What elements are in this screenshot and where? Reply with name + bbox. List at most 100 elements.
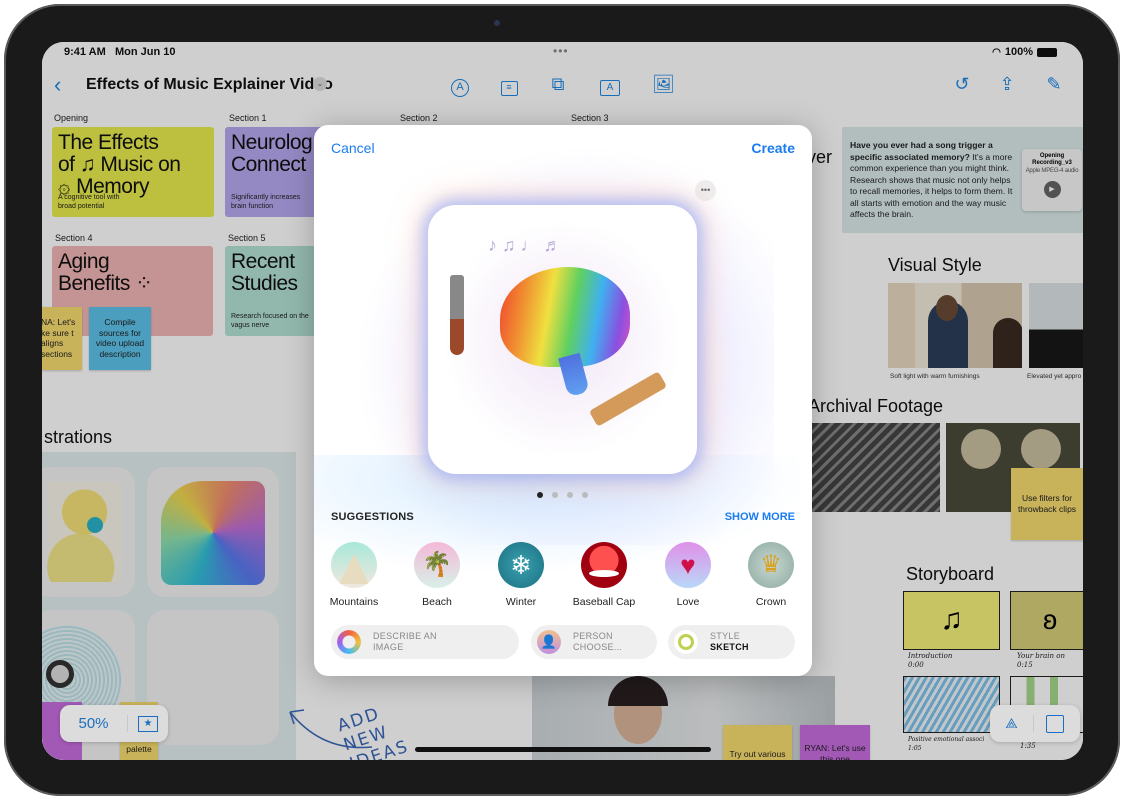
suggestion-mountains[interactable]: Mountains <box>319 542 389 608</box>
sticky-note[interactable]: Use filters for throwback clips <box>1011 468 1083 540</box>
connector-icon[interactable]: ⟁ <box>990 715 1034 732</box>
storyboard-caption: 1:35 <box>1020 742 1036 751</box>
storyboard-caption: Introduction 0:00 <box>908 652 952 670</box>
person-value: CHOOSE... <box>573 642 623 652</box>
card-subtitle: Research focused on the vagus nerve <box>231 313 309 329</box>
play-icon[interactable]: ▶ <box>1043 181 1061 198</box>
battery-percent: 100% <box>1004 46 1033 58</box>
section-label: Section 4 <box>55 233 93 243</box>
cancel-button[interactable]: Cancel <box>331 140 375 156</box>
storyboard-frame[interactable]: ♫ <box>903 591 1000 650</box>
sketch-style-icon <box>674 630 698 654</box>
suggestion-winter[interactable]: ❄ Winter <box>486 542 556 608</box>
suggestion-label: Mountains <box>329 596 379 608</box>
storyboard-caption: Positive emotional associ 1:05 <box>908 735 984 753</box>
person-icon: 👤 <box>537 630 561 654</box>
date: Mon Jun 10 <box>114 46 176 58</box>
quote-card[interactable]: Have you ever had a song trigger a speci… <box>842 127 1083 233</box>
favorites-icon[interactable]: ★ <box>138 715 158 732</box>
undo-icon[interactable]: ↺ <box>951 73 973 95</box>
back-button[interactable]: ‹ <box>54 72 61 98</box>
baseball-cap-icon <box>581 542 627 588</box>
photo-women-talking[interactable] <box>888 283 1022 368</box>
suggestion-love[interactable]: ♥ Love <box>653 542 723 608</box>
photo-piano[interactable] <box>1029 283 1083 368</box>
card-subtitle: Significantly increases brain function <box>231 194 301 210</box>
frame-time: 1:05 <box>908 745 922 752</box>
camera <box>494 20 500 26</box>
suggestion-crown[interactable]: ♛ Crown <box>736 542 806 608</box>
storyboard-heading: Storyboard <box>906 564 995 584</box>
person-label: PERSON <box>573 631 613 641</box>
page-dot[interactable] <box>567 492 573 498</box>
frame-caption: Introduction <box>908 652 953 660</box>
style-picker[interactable]: STYLE SKETCH <box>668 625 795 659</box>
page-dot[interactable] <box>582 492 588 498</box>
mountain-icon <box>331 542 377 588</box>
audio-title: Opening Recording_v3 <box>1032 153 1072 166</box>
illustration-headphones[interactable] <box>42 467 135 597</box>
image-playground-icon <box>337 630 361 654</box>
create-button[interactable]: Create <box>751 140 795 156</box>
sticky-note[interactable]: Compile sources for video upload descrip… <box>89 307 151 370</box>
frame-time: 0:15 <box>1017 661 1033 669</box>
card-title-line: The Effects <box>58 131 159 154</box>
more-options-button[interactable]: ••• <box>695 180 716 201</box>
illustration-rainbow-head[interactable] <box>147 467 279 597</box>
show-more-button[interactable]: SHOW MORE <box>725 511 795 523</box>
storyboard-frame[interactable]: ʚ <box>1010 591 1083 650</box>
grid-icon[interactable] <box>1046 714 1064 733</box>
multitask-dots[interactable]: ••• <box>553 44 569 58</box>
illustrations-heading: strations <box>44 427 113 447</box>
brain-illustration <box>500 267 630 367</box>
heart-icon: ♥ <box>665 542 711 588</box>
storyboard-frame[interactable] <box>903 676 1000 733</box>
music-notes: ♪ ♫ ♩ ♬ <box>488 235 562 255</box>
home-indicator[interactable] <box>415 747 711 752</box>
card-title-line: of ♫ Music on <box>58 153 181 176</box>
status-time: 9:41 AM Mon Jun 10 <box>64 46 175 58</box>
pen-icon[interactable]: A <box>449 73 471 97</box>
sticky-note[interactable]: RYAN: Let's use this one <box>800 725 870 760</box>
page-indicator[interactable] <box>537 492 588 498</box>
compose-icon[interactable]: ✎ <box>1043 73 1065 95</box>
quote-text: Have you ever had a song trigger a speci… <box>850 140 1020 221</box>
status-right: ◠ 100% <box>992 46 1057 58</box>
zoom-level-button[interactable]: 50% <box>60 715 128 732</box>
person-picker[interactable]: 👤 PERSON CHOOSE... <box>531 625 657 659</box>
suggestions-label: SUGGESTIONS <box>331 511 414 523</box>
suggestion-label: Crown <box>755 596 787 608</box>
audio-subtitle: Apple MPEG-4 audio <box>1025 168 1079 174</box>
photo-mixing-console[interactable] <box>812 423 940 512</box>
media-icon[interactable]: 🖼 <box>652 73 675 95</box>
sticky-note[interactable]: NA: Let's ke sure t aligns sections <box>42 307 82 370</box>
share-icon[interactable]: ⇪ <box>996 73 1018 95</box>
battery-icon <box>1037 47 1057 57</box>
section-label: Section 2 <box>400 113 438 123</box>
sticky-note[interactable]: Try out various <box>723 725 792 760</box>
text-box-icon[interactable]: ≡ <box>498 73 520 96</box>
title-menu-chevron-icon[interactable]: ⌄ <box>313 77 327 91</box>
crown-icon: ♛ <box>748 542 794 588</box>
frame-caption: Positive emotional associ <box>908 736 985 743</box>
describe-image-field[interactable]: DESCRIBE AN IMAGE <box>331 625 519 659</box>
palm-tree-icon: 🌴 <box>414 542 460 588</box>
suggestion-label: Love <box>676 596 700 608</box>
page-dot[interactable] <box>552 492 558 498</box>
describe-placeholder: DESCRIBE AN <box>373 631 437 641</box>
board-title[interactable]: Effects of Music Explainer Video <box>86 76 333 94</box>
style-label: STYLE <box>710 631 741 641</box>
frame-caption: Your brain on <box>1017 652 1066 660</box>
text-icon[interactable]: A <box>599 73 621 96</box>
wifi-icon: ◠ <box>992 46 1001 58</box>
page-dot[interactable] <box>537 492 543 498</box>
suggestion-label: Beach <box>422 596 452 608</box>
generated-image[interactable]: ♪ ♫ ♩ ♬ <box>428 205 697 474</box>
suggestion-beach[interactable]: 🌴 Beach <box>402 542 472 608</box>
suggestion-baseball-cap[interactable]: Baseball Cap <box>569 542 639 608</box>
audio-attachment[interactable]: Opening Recording_v3 Apple MPEG-4 audio … <box>1022 149 1082 211</box>
shapes-icon[interactable]: ⧉ <box>547 73 569 95</box>
card-title-line: Benefits ⁘ <box>58 272 153 295</box>
opening-card[interactable]: The Effects of ♫ Music on ۞ Memory A cog… <box>52 127 214 217</box>
frame-time: 1:35 <box>1020 742 1036 750</box>
